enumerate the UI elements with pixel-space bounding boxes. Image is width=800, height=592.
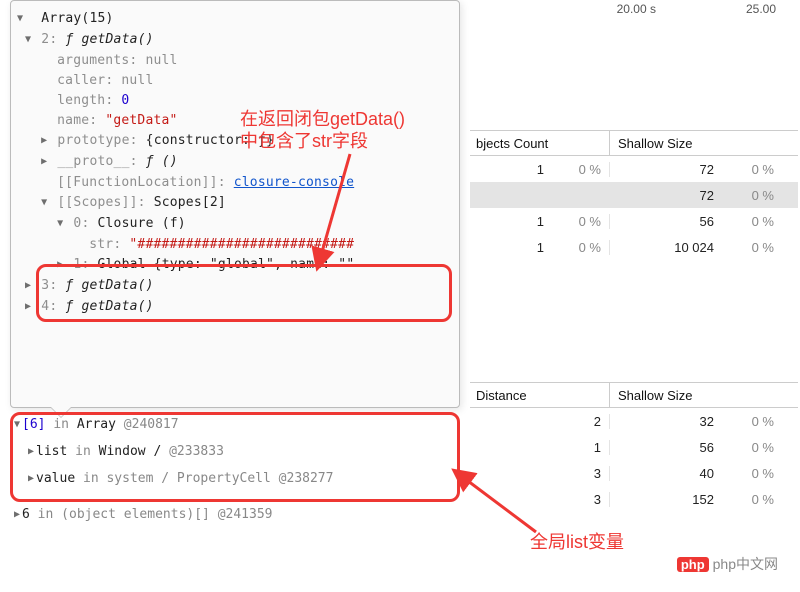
timeline-tick: 25.00 [746, 2, 776, 16]
timeline-labels: 20.00 s 25.00 [460, 2, 800, 16]
table-row[interactable]: 1560 % [470, 434, 798, 460]
scope-1-global[interactable]: 1: Global {type: "global", name: "" [17, 255, 453, 276]
col-shallow-size[interactable]: Shallow Size [610, 136, 798, 151]
array-item-3[interactable]: 3: ƒ getData() [17, 276, 453, 297]
table-row[interactable]: 720 % [470, 182, 798, 208]
logo-icon: php [677, 557, 709, 572]
array-item-4[interactable]: 4: ƒ getData() [17, 297, 453, 318]
watermark: php php中文网 [673, 552, 786, 576]
retainers-table: Distance Shallow Size 2320 %1560 %3400 %… [470, 382, 798, 512]
table-row[interactable]: 10 %720 % [470, 156, 798, 182]
table-row[interactable]: 3400 % [470, 460, 798, 486]
scope-0-closure[interactable]: 0: Closure (f) [17, 214, 453, 235]
timeline-tick: 20.00 s [617, 2, 656, 16]
table-header: Distance Shallow Size [470, 382, 798, 408]
prop-scopes[interactable]: [[Scopes]]: Scopes[2] [17, 193, 453, 214]
retainers-section: [6] in Array @240817 list in Window / @2… [10, 412, 462, 493]
col-objects-count[interactable]: bjects Count [470, 131, 610, 155]
prop-length[interactable]: length: 0 [17, 91, 453, 111]
retainer-row-outside[interactable]: 6 in (object elements)[] @241359 [10, 502, 273, 529]
retainer-row[interactable]: [6] in Array @240817 [10, 412, 462, 439]
objects-table: bjects Count Shallow Size 10 %720 %720 %… [470, 130, 798, 260]
prop-proto[interactable]: __proto__: ƒ () [17, 152, 453, 173]
array-item-2[interactable]: 2: ƒ getData() [17, 30, 453, 51]
table-row[interactable]: 31520 % [470, 486, 798, 512]
prop-name[interactable]: name: "getData" [17, 111, 453, 131]
scope-0-str[interactable]: str: "########################### [17, 235, 453, 255]
object-inspector-tooltip[interactable]: Array(15) 2: ƒ getData() arguments: null… [10, 0, 460, 408]
array-header[interactable]: Array(15) [17, 9, 453, 30]
prop-arguments[interactable]: arguments: null [17, 51, 453, 71]
table-header: bjects Count Shallow Size [470, 130, 798, 156]
col-distance[interactable]: Distance [470, 383, 610, 407]
prop-prototype[interactable]: prototype: {constructor: ƒ} [17, 131, 453, 152]
table-row[interactable]: 10 %560 % [470, 208, 798, 234]
table-row[interactable]: 2320 % [470, 408, 798, 434]
prop-function-location[interactable]: [[FunctionLocation]]: closure-console [17, 173, 453, 193]
retainer-row[interactable]: value in system / PropertyCell @238277 [10, 466, 462, 493]
col-shallow-size[interactable]: Shallow Size [610, 388, 798, 403]
retainer-row[interactable]: list in Window / @233833 [10, 439, 462, 466]
table-row[interactable]: 10 %10 0240 % [470, 234, 798, 260]
prop-caller[interactable]: caller: null [17, 71, 453, 91]
